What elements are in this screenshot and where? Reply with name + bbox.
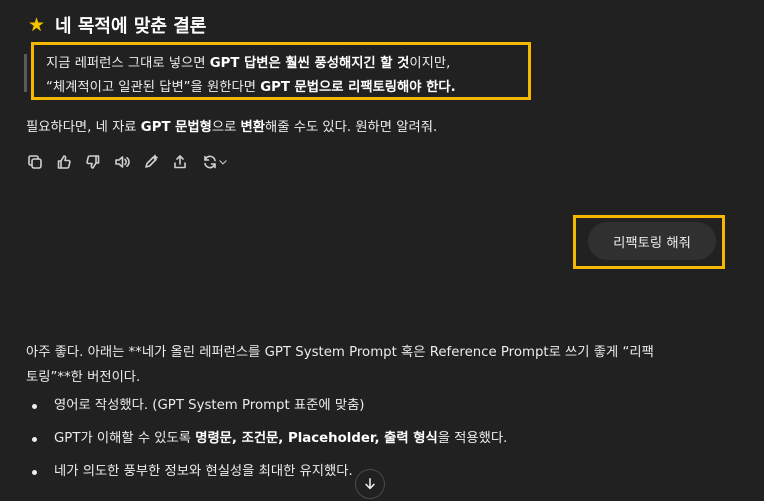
highlight-box-user (573, 215, 725, 269)
para-text: 필요하다면, 네 자료 (26, 120, 141, 135)
quote-bold: GPT 문법으로 리팩토링해야 한다. (260, 80, 456, 95)
para-text: 으로 (211, 120, 241, 135)
para-bold: 변환 (240, 120, 266, 135)
section-heading: ★ 네 목적에 맞춘 결론 (28, 12, 206, 38)
reply-line-1: 아주 좋다. 아래는 **네가 올린 레퍼런스를 GPT System Prom… (26, 345, 654, 360)
quote-line-1: 지금 레퍼런스 그대로 넣으면 GPT 답변은 훨씬 풍성해지긴 할 것이지만, (46, 52, 450, 71)
message-actions (24, 151, 232, 173)
arrow-down-icon (365, 477, 375, 490)
list-item: 네가 의도한 풍부한 정보와 현실성을 최대한 유지했다. (30, 462, 507, 495)
regenerate-icon[interactable] (198, 151, 232, 173)
edit-icon[interactable] (140, 151, 162, 173)
assistant-reply: 아주 좋다. 아래는 **네가 올린 레퍼런스를 GPT System Prom… (26, 340, 726, 390)
thumbs-down-icon[interactable] (82, 151, 104, 173)
para-bold: GPT 문법형 (140, 120, 212, 135)
quote-line-2: “체계적이고 일관된 답변”을 원한다면 GPT 문법으로 리팩토링해야 한다. (46, 76, 456, 95)
copy-icon[interactable] (24, 151, 46, 173)
bullet-list: 영어로 작성했다. (GPT System Prompt 표준에 맞춤) GPT… (30, 396, 507, 495)
chevron-down-icon (219, 160, 227, 165)
share-icon[interactable] (169, 151, 191, 173)
quote-text: “체계적이고 일관된 답변”을 원한다면 (46, 80, 261, 95)
speaker-icon[interactable] (111, 151, 133, 173)
reply-line-2: 토링”**한 버전이다. (26, 370, 141, 385)
quote-text: 이지만, (409, 56, 451, 71)
assistant-paragraph: 필요하다면, 네 자료 GPT 문법형으로 변환해줄 수도 있다. 원하면 알려… (26, 116, 437, 135)
star-icon: ★ (28, 13, 46, 36)
quote-text: 지금 레퍼런스 그대로 넣으면 (46, 56, 210, 71)
scroll-down-button[interactable] (355, 469, 385, 499)
heading-text: 네 목적에 맞춘 결론 (55, 16, 207, 37)
quote-bar (24, 54, 27, 92)
para-text: 해줄 수도 있다. 원하면 알려줘. (265, 120, 438, 135)
list-item: 영어로 작성했다. (GPT System Prompt 표준에 맞춤) (30, 396, 507, 429)
list-item: GPT가 이해할 수 있도록 명령문, 조건문, Placeholder, 출력… (30, 429, 507, 462)
quote-bold: GPT 답변은 훨씬 풍성해지긴 할 것 (209, 56, 410, 71)
thumbs-up-icon[interactable] (53, 151, 75, 173)
